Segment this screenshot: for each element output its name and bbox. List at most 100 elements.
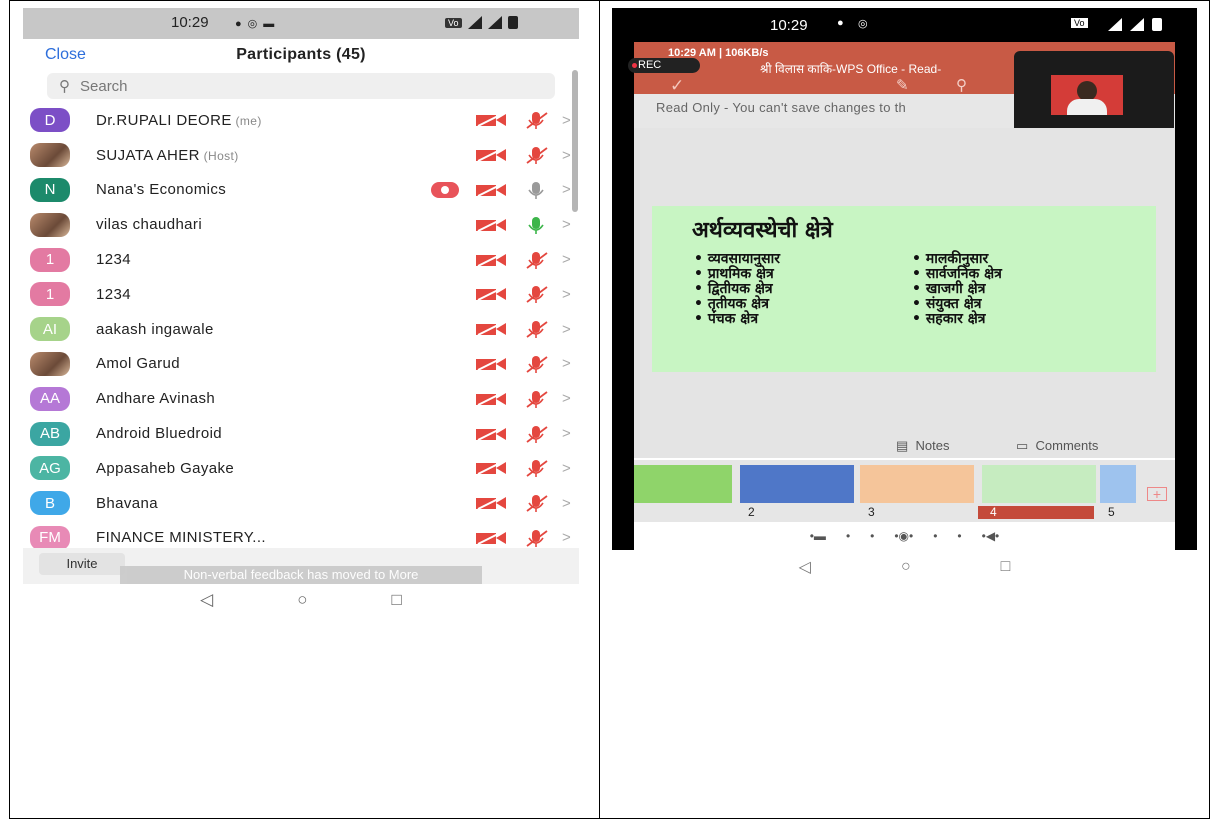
video-body <box>1067 99 1107 115</box>
search-input[interactable]: ⚲ Search <box>47 73 555 99</box>
avatar: AI <box>30 317 70 342</box>
mic-muted-icon[interactable] <box>523 424 549 444</box>
slide-thumbnail[interactable] <box>634 465 732 503</box>
search-icon[interactable]: ⚲ <box>956 76 967 94</box>
status-bar: 10:29 ● ◎ Vo <box>612 8 1197 42</box>
chevron-right-icon[interactable]: > <box>562 355 571 372</box>
slide-thumbnail[interactable] <box>740 465 854 503</box>
camera-off-icon <box>475 531 507 545</box>
mic-muted-icon[interactable] <box>523 319 549 339</box>
slide-thumbnail[interactable] <box>860 465 974 503</box>
home-nav-icon[interactable]: ○ <box>297 590 307 610</box>
back-icon[interactable]: •▬ <box>810 529 826 543</box>
mic-muted-icon[interactable] <box>523 250 549 270</box>
slide-right-bullets: • मालकीनुसार • सार्वजनिक क्षेत्र • खाजगी क… <box>912 252 1002 327</box>
camera-off-icon <box>475 217 507 232</box>
mic-muted-icon[interactable] <box>523 354 549 374</box>
participant-row[interactable]: AB Android Bluedroid > <box>23 416 579 451</box>
slide-thumbnail[interactable] <box>982 465 1096 503</box>
participant-name: SUJATA AHER (Host) <box>96 147 239 164</box>
participant-name-text: FINANCE MINISTERY... <box>96 529 266 547</box>
slide-bullet: • प्राथमिक क्षेत्र <box>694 266 774 282</box>
chevron-right-icon[interactable]: > <box>562 181 571 198</box>
participant-name: FINANCE MINISTERY... <box>96 529 266 546</box>
checkmark-icon[interactable]: ✓ <box>670 76 684 96</box>
participant-name-text: Dr.RUPALI DEORE <box>96 111 232 129</box>
participant-role-tag: (Host) <box>199 148 239 163</box>
notes-comments-bar: ▤ Notes ▭ Comments <box>634 434 1175 458</box>
chevron-right-icon[interactable]: > <box>562 390 571 407</box>
mic-icon[interactable] <box>523 215 549 235</box>
participant-row[interactable]: D Dr.RUPALI DEORE (me) > <box>23 103 579 138</box>
slide-number: 5 <box>1108 505 1115 519</box>
signal-icon-2 <box>487 16 502 29</box>
participant-name-text: Andhare Avinash <box>96 390 216 408</box>
camera-off-icon <box>475 391 507 406</box>
slide-bullet: • तृतीयक क्षेत्र <box>694 296 769 312</box>
participant-row[interactable]: N Nana's Economics > <box>23 173 579 208</box>
participant-name: Appasaheb Gayake <box>96 460 234 477</box>
slide-thumbnail-strip: + 2 3 4 5 <box>634 460 1175 522</box>
participant-row[interactable]: AI aakash ingawale > <box>23 312 579 347</box>
chevron-right-icon[interactable]: > <box>562 495 571 512</box>
mic-muted-icon[interactable] <box>523 110 549 130</box>
chevron-right-icon[interactable]: > <box>562 286 571 303</box>
chevron-right-icon[interactable]: > <box>562 112 571 129</box>
camera-off-icon <box>475 322 507 337</box>
chevron-right-icon[interactable]: > <box>562 425 571 442</box>
avatar: 1 <box>30 282 70 307</box>
comment-icon: ▭ <box>1016 438 1029 453</box>
comments-button[interactable]: ▭ Comments <box>1016 438 1098 454</box>
chevron-right-icon[interactable]: > <box>562 147 571 164</box>
add-slide-icon[interactable]: + <box>1147 487 1167 501</box>
mic-muted-icon[interactable] <box>523 145 549 165</box>
back-nav-icon[interactable]: ◁ <box>200 590 213 610</box>
participant-row[interactable]: B Bhavana > <box>23 486 579 521</box>
screen-edge-left <box>612 42 634 550</box>
participant-row[interactable]: Amol Garud > <box>23 347 579 382</box>
mic-muted-icon[interactable] <box>523 493 549 513</box>
participant-row[interactable]: AG Appasaheb Gayake > <box>23 451 579 486</box>
home-icon[interactable]: •◉• <box>894 529 913 543</box>
home-nav-icon[interactable]: ○ <box>901 558 911 576</box>
invite-button[interactable]: Invite <box>39 553 125 575</box>
slide-title: अर्थव्यवस्थेची क्षेत्रे <box>692 218 833 243</box>
camera-off-icon <box>475 287 507 302</box>
participant-name: Nana's Economics <box>96 181 226 198</box>
participant-row[interactable]: 1 1234 > <box>23 242 579 277</box>
participant-name-text: Appasaheb Gayake <box>96 459 235 477</box>
mic-icon[interactable] <box>523 180 549 200</box>
signal-icon-2 <box>1130 18 1144 31</box>
mic-muted-icon[interactable] <box>523 284 549 304</box>
pen-icon[interactable]: ✎ <box>896 76 909 94</box>
chevron-right-icon[interactable]: > <box>562 321 571 338</box>
mic-muted-icon[interactable] <box>523 389 549 409</box>
chevron-right-icon[interactable]: > <box>562 216 571 233</box>
participant-name-text: vilas chaudhari <box>96 216 203 234</box>
participant-row[interactable]: SUJATA AHER (Host) > <box>23 138 579 173</box>
participant-name-text: Bhavana <box>96 494 159 512</box>
participant-list: D Dr.RUPALI DEORE (me) > SUJATA AHER (Host)… <box>23 103 579 555</box>
slide-bullet: • संयुक्त क्षेत्र <box>912 296 982 312</box>
chevron-right-icon[interactable]: > <box>562 251 571 268</box>
participant-row[interactable]: 1 1234 > <box>23 277 579 312</box>
notes-button[interactable]: ▤ Notes <box>896 438 950 454</box>
slide-bullet: • पंचक क्षेत्र <box>694 311 759 327</box>
participant-row[interactable]: vilas chaudhari > <box>23 207 579 242</box>
signal-icon <box>1108 18 1122 31</box>
participant-row[interactable]: AA Andhare Avinash > <box>23 381 579 416</box>
slide-left-bullets: • व्यवसायानुसार • प्राथमिक क्षेत्र • द्वित… <box>694 252 780 327</box>
slide-thumbnail[interactable] <box>1100 465 1136 503</box>
chevron-right-icon[interactable]: > <box>562 529 571 546</box>
mic-muted-icon[interactable] <box>523 528 549 548</box>
avatar <box>30 143 70 168</box>
camera-off-icon <box>475 183 507 197</box>
recents-nav-icon[interactable]: □ <box>1001 558 1011 576</box>
mic-muted-icon[interactable] <box>523 458 549 478</box>
recents-nav-icon[interactable]: □ <box>392 590 402 610</box>
back-nav-icon[interactable]: ◁ <box>799 557 811 577</box>
slide: अर्थव्यवस्थेची क्षेत्रे • व्यवसायानुसार •… <box>652 206 1156 372</box>
volume-icon[interactable]: •◀• <box>982 529 1000 543</box>
chevron-right-icon[interactable]: > <box>562 460 571 477</box>
avatar: B <box>30 491 70 516</box>
